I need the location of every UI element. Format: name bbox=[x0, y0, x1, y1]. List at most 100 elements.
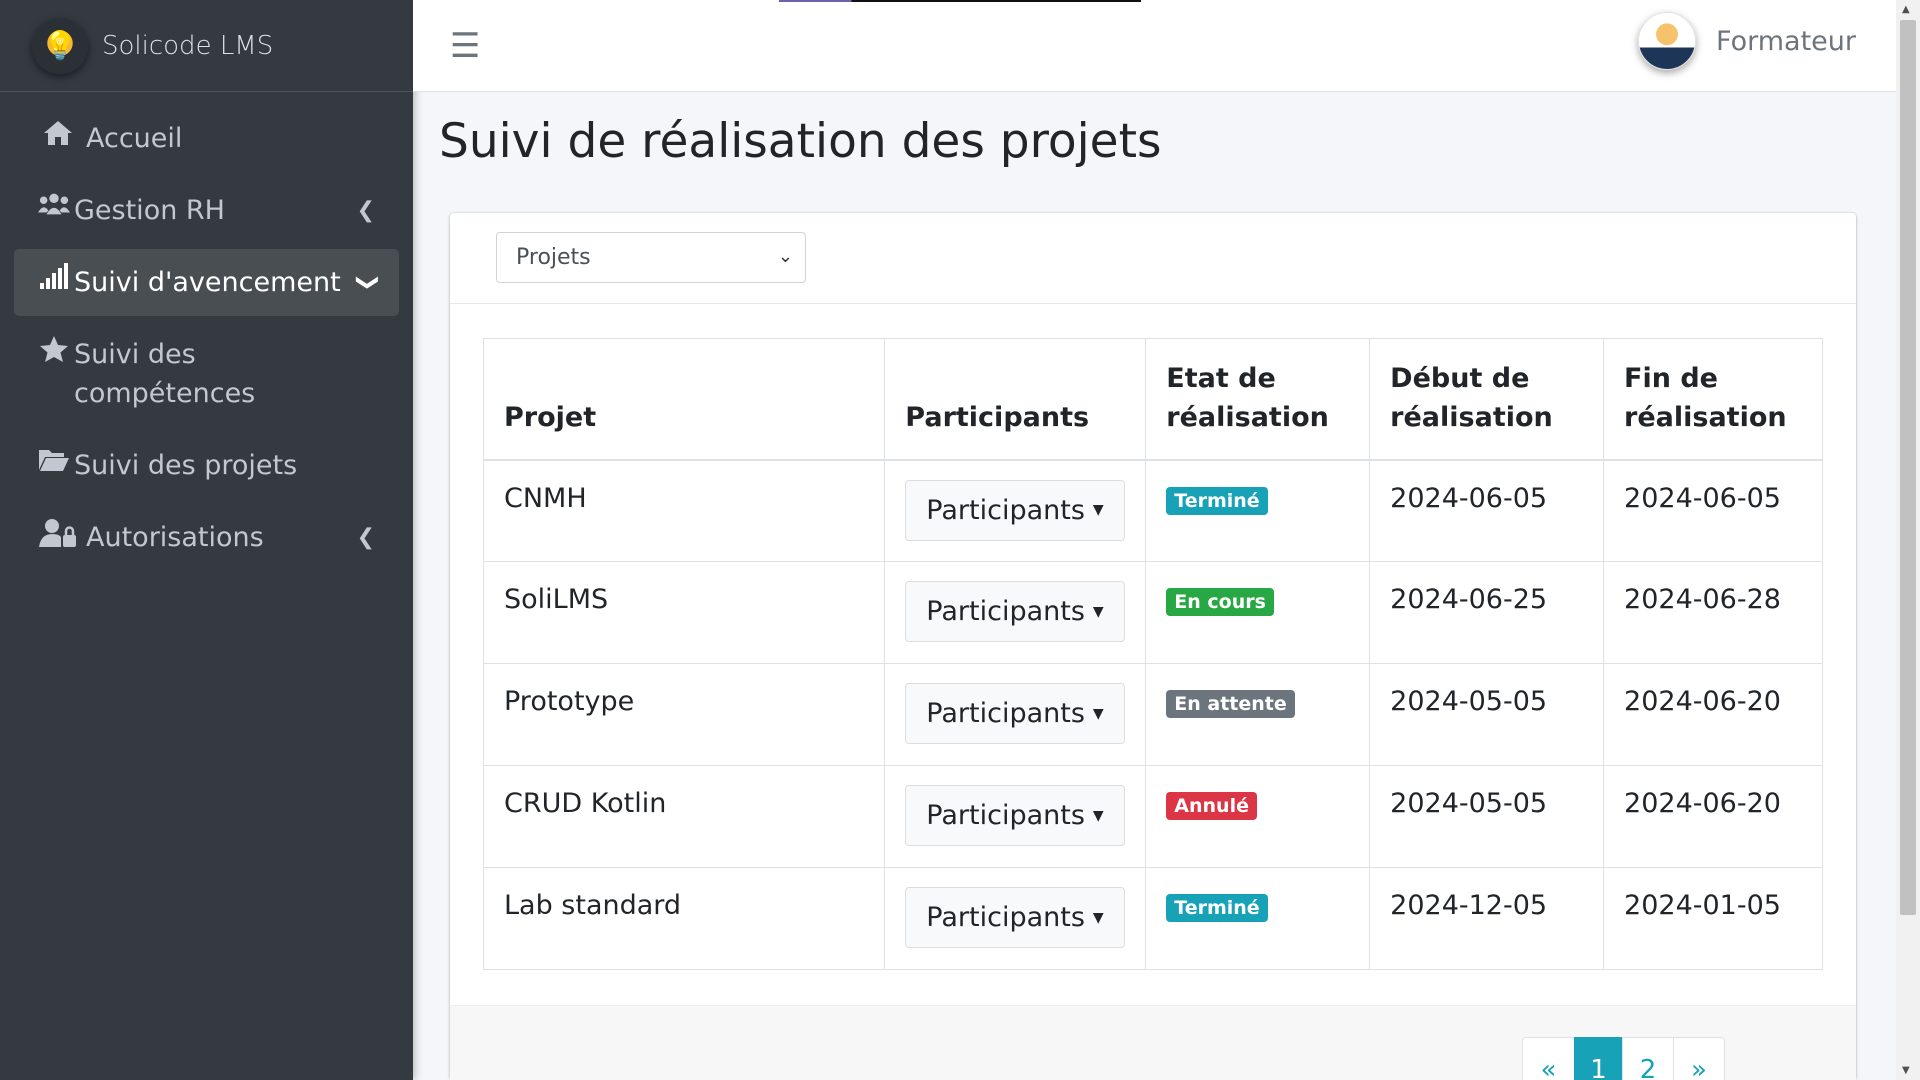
sidebar-item-label: Suivi des compétences bbox=[74, 339, 256, 409]
sidebar-item-autorisations[interactable]: Autorisations ❮ bbox=[14, 504, 399, 571]
sidebar-nav: Accueil Gestion RH ❮ Suivi d'avencement … bbox=[0, 105, 413, 571]
table-row: Prototype Participants ▼ En attente 2024-… bbox=[482, 663, 1823, 766]
star-icon bbox=[38, 335, 70, 363]
scrollbar-thumb[interactable] bbox=[1900, 20, 1916, 915]
caret-down-icon: ▼ bbox=[1092, 807, 1104, 824]
cell-fin: 2024-01-05 bbox=[1603, 867, 1823, 970]
projects-card: Projets ⌄ Projet Participants Etat de ré… bbox=[450, 213, 1856, 1080]
button-label: Participants bbox=[926, 494, 1085, 526]
status-badge: Terminé bbox=[1166, 894, 1268, 922]
projects-table: Projet Participants Etat de réalisation … bbox=[482, 338, 1823, 970]
pagination-next[interactable]: » bbox=[1673, 1037, 1725, 1080]
column-header-debut[interactable]: Début de réalisation bbox=[1369, 338, 1605, 461]
participants-dropdown-button[interactable]: Participants ▼ bbox=[905, 479, 1125, 541]
status-badge: Annulé bbox=[1166, 792, 1257, 820]
user-name: Formateur bbox=[1716, 25, 1856, 57]
column-header-etat[interactable]: Etat de réalisation bbox=[1145, 338, 1371, 461]
cell-participants: Participants ▼ bbox=[884, 663, 1147, 766]
cell-fin: 2024-06-28 bbox=[1603, 561, 1823, 664]
button-label: Participants bbox=[926, 800, 1085, 831]
sidebar: 💡 Solicode LMS Accueil Gestion RH ❮ Suiv… bbox=[0, 0, 413, 1080]
user-lock-icon bbox=[38, 518, 78, 548]
brand-name: Solicode LMS bbox=[102, 30, 274, 61]
status-badge: En cours bbox=[1166, 588, 1274, 616]
sidebar-item-suivi-avencement[interactable]: Suivi d'avencement ❮ bbox=[14, 249, 399, 316]
signal-icon bbox=[38, 263, 70, 289]
sidebar-item-label: Autorisations bbox=[86, 522, 264, 553]
status-badge: Terminé bbox=[1166, 486, 1268, 515]
sidebar-item-label: Accueil bbox=[86, 123, 183, 154]
participants-dropdown-button[interactable]: Participants ▼ bbox=[905, 683, 1125, 744]
scroll-up-arrow-icon[interactable]: ▲ bbox=[1902, 4, 1910, 15]
column-header-label: Etat de réalisation bbox=[1166, 362, 1329, 433]
chevron-left-icon: ❮ bbox=[356, 525, 375, 550]
users-icon bbox=[38, 191, 70, 217]
hamburger-menu-icon[interactable]: ☰ bbox=[450, 26, 480, 66]
user-menu[interactable]: Formateur bbox=[1638, 12, 1856, 70]
chevron-down-icon: ⌄ bbox=[777, 246, 793, 267]
sidebar-item-suivi-competences[interactable]: Suivi des compétences bbox=[14, 321, 399, 427]
button-label: Participants bbox=[926, 902, 1085, 933]
sidebar-item-gestion-rh[interactable]: Gestion RH ❮ bbox=[14, 177, 399, 244]
lightbulb-logo-icon: 💡 bbox=[32, 17, 88, 74]
status-badge: En attente bbox=[1166, 690, 1295, 718]
select-value: Projets bbox=[516, 245, 591, 270]
cell-debut: 2024-06-25 bbox=[1369, 561, 1605, 664]
cell-participants: Participants ▼ bbox=[884, 459, 1147, 562]
participants-dropdown-button[interactable]: Participants ▼ bbox=[905, 887, 1125, 948]
participants-dropdown-button[interactable]: Participants ▼ bbox=[905, 581, 1125, 642]
home-icon bbox=[38, 119, 78, 147]
cell-projet: Lab standard bbox=[482, 867, 886, 970]
cell-fin: 2024-06-20 bbox=[1603, 765, 1823, 868]
card-header: Projets ⌄ bbox=[450, 213, 1856, 304]
vertical-scrollbar[interactable]: ▲ ▼ bbox=[1896, 0, 1920, 1080]
pagination-page-1[interactable]: 1 bbox=[1574, 1037, 1623, 1080]
page-load-progress-bar bbox=[779, 0, 1141, 2]
top-navbar: ☰ Formateur bbox=[413, 0, 1896, 92]
avatar bbox=[1638, 12, 1697, 70]
cell-etat: Terminé bbox=[1145, 459, 1371, 562]
column-header-projet[interactable]: Projet bbox=[482, 338, 886, 461]
table-row: Lab standard Participants ▼ Terminé 2024-… bbox=[482, 867, 1823, 970]
table-body: CNMH Participants ▼ Terminé 2024-06-05 20… bbox=[482, 459, 1823, 970]
table-row: SoliLMS Participants ▼ En cours 2024-06-2… bbox=[482, 561, 1823, 664]
cell-debut: 2024-05-05 bbox=[1369, 663, 1605, 766]
caret-down-icon: ▼ bbox=[1092, 502, 1104, 518]
sidebar-item-suivi-projets[interactable]: Suivi des projets bbox=[14, 432, 399, 499]
cell-fin: 2024-06-20 bbox=[1603, 663, 1823, 766]
pagination-prev[interactable]: « bbox=[1522, 1037, 1575, 1080]
cell-etat: Terminé bbox=[1145, 867, 1371, 970]
cell-projet: CRUD Kotlin bbox=[482, 765, 886, 868]
brand-link[interactable]: 💡 Solicode LMS bbox=[0, 0, 413, 92]
column-header-label: Début de réalisation bbox=[1390, 362, 1553, 433]
column-header-fin[interactable]: Fin de réalisation bbox=[1603, 338, 1823, 461]
chevron-down-icon: ❮ bbox=[353, 273, 379, 292]
pagination-page-2[interactable]: 2 bbox=[1622, 1037, 1674, 1080]
page-title: Suivi de réalisation des projets bbox=[439, 114, 1162, 169]
cell-debut: 2024-05-05 bbox=[1369, 765, 1605, 868]
sidebar-item-label: Gestion RH bbox=[74, 195, 225, 226]
scroll-down-arrow-icon[interactable]: ▼ bbox=[1902, 1065, 1910, 1076]
table-row: CNMH Participants ▼ Terminé 2024-06-05 20… bbox=[482, 459, 1823, 562]
cell-debut: 2024-06-05 bbox=[1369, 459, 1605, 562]
button-label: Participants bbox=[926, 596, 1085, 627]
cell-fin: 2024-06-05 bbox=[1603, 459, 1823, 562]
caret-down-icon: ▼ bbox=[1092, 705, 1104, 722]
cell-participants: Participants ▼ bbox=[884, 867, 1147, 970]
caret-down-icon: ▼ bbox=[1092, 603, 1104, 620]
table-row: CRUD Kotlin Participants ▼ Annulé 2024-05… bbox=[482, 765, 1823, 868]
column-header-participants[interactable]: Participants bbox=[884, 338, 1147, 461]
cell-participants: Participants ▼ bbox=[884, 765, 1147, 868]
cell-projet: Prototype bbox=[482, 663, 886, 766]
participants-dropdown-button[interactable]: Participants ▼ bbox=[905, 785, 1125, 846]
sidebar-item-accueil[interactable]: Accueil bbox=[14, 105, 399, 172]
cell-projet: SoliLMS bbox=[482, 561, 886, 664]
chevron-left-icon: ❮ bbox=[356, 198, 375, 223]
folder-open-icon bbox=[38, 446, 70, 472]
project-filter-select[interactable]: Projets ⌄ bbox=[496, 232, 806, 283]
sidebar-item-label: Suivi d'avencement bbox=[74, 267, 341, 298]
cell-projet: CNMH bbox=[482, 459, 886, 562]
column-header-label: Fin de réalisation bbox=[1624, 362, 1787, 433]
pagination: « 1 2 » bbox=[1522, 1037, 1725, 1080]
caret-down-icon: ▼ bbox=[1092, 909, 1104, 926]
